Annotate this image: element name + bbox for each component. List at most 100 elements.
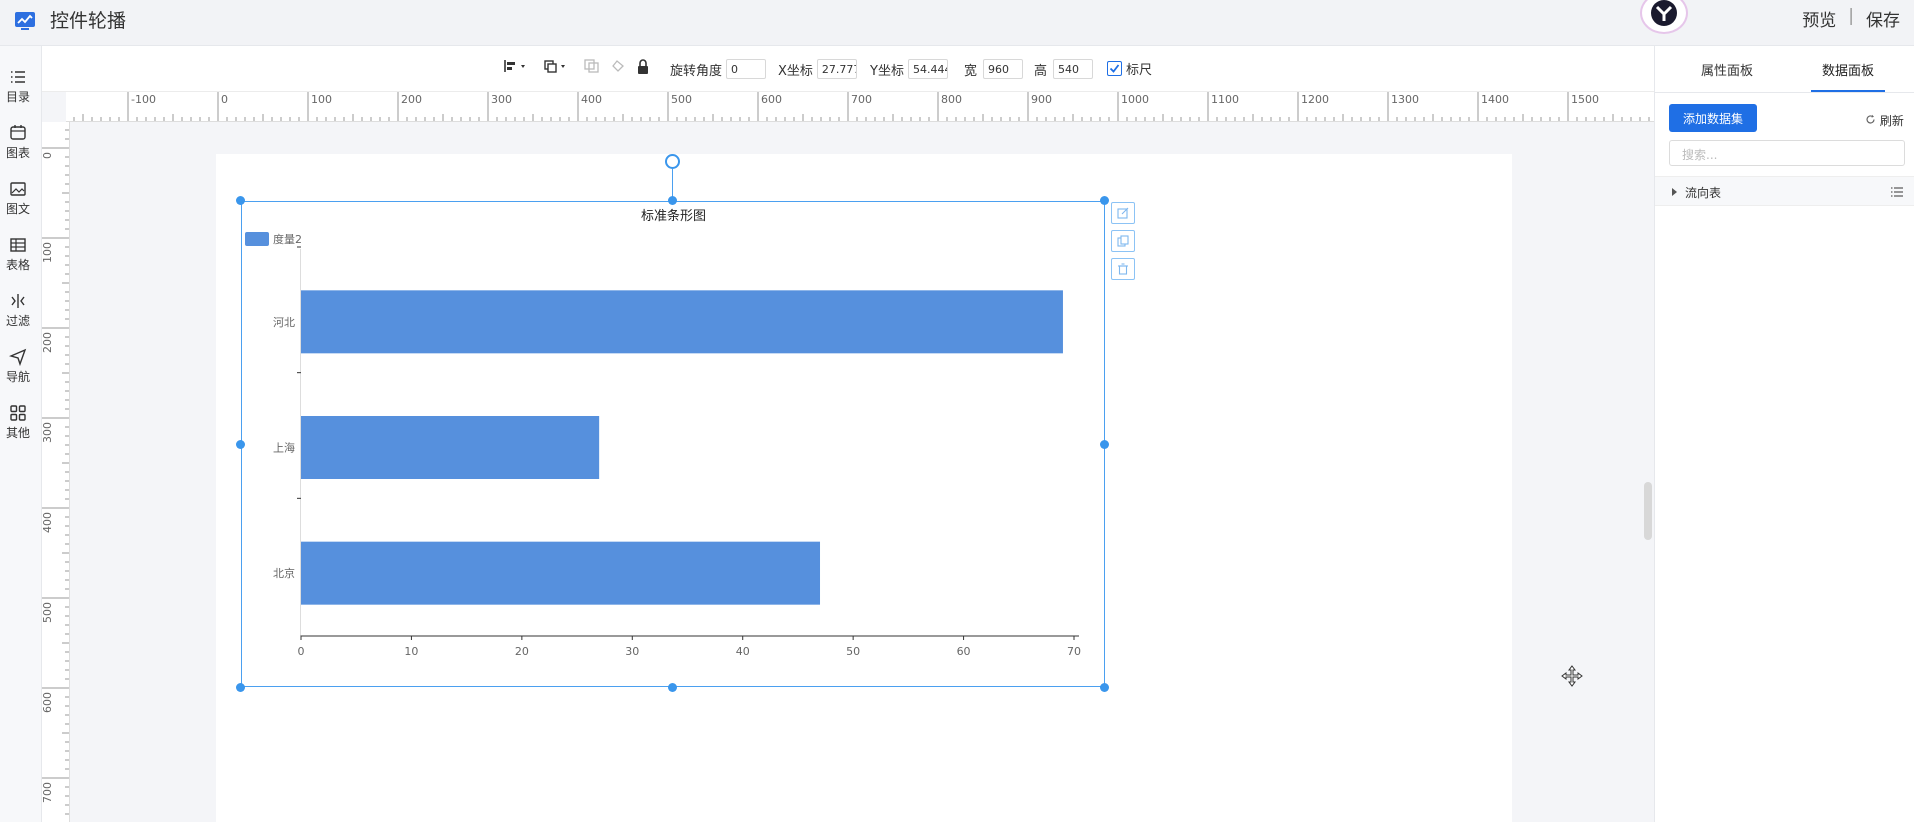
lock-button[interactable] — [636, 59, 650, 75]
canvas-scrollbar[interactable] — [1644, 482, 1652, 540]
trash-icon — [1118, 263, 1128, 275]
move-cursor-icon — [1561, 665, 1583, 687]
property-toolbar: 旋转角度 0 X坐标 27.777 Y坐标 54.444 宽 960 高 540… — [42, 46, 1654, 92]
chart-legend[interactable]: 度量2 — [245, 231, 302, 247]
edit-component-button[interactable] — [1111, 202, 1135, 224]
ruler-label: 0 — [42, 152, 54, 159]
rotation-label: 旋转角度 — [670, 63, 723, 79]
ruler-label: 1100 — [1211, 93, 1239, 106]
legend-label: 度量2 — [273, 233, 302, 246]
ruler-label: 200 — [42, 332, 54, 353]
ruler-label: 500 — [671, 93, 692, 106]
ruler-label: 700 — [42, 782, 54, 803]
group-button[interactable] — [584, 59, 600, 73]
save-button[interactable]: 保存 — [1866, 6, 1900, 31]
table-icon — [10, 238, 26, 252]
sidebar-item-label: 图表 — [5, 146, 30, 160]
ruler-label: 100 — [311, 93, 332, 106]
left-sidebar: 目录 图表 图文 表格 过滤 导航 其他 — [0, 46, 42, 822]
resize-handle-top-right[interactable] — [1100, 196, 1109, 205]
rotate-handle[interactable] — [665, 154, 680, 169]
sidebar-item-other[interactable]: 其他 — [0, 404, 36, 441]
delete-component-button[interactable] — [1111, 258, 1135, 280]
ruler-label: 900 — [1031, 93, 1052, 106]
avatar-logo-icon — [1651, 0, 1677, 26]
group-icon — [584, 59, 599, 73]
sidebar-item-label: 其他 — [5, 426, 30, 440]
tab-properties[interactable]: 属性面板 — [1701, 60, 1753, 79]
sidebar-item-image-text[interactable]: 图文 — [0, 180, 36, 217]
ungroup-button[interactable] — [610, 59, 626, 73]
sidebar-item-label: 图文 — [5, 202, 30, 216]
horizontal-ruler: -100 0 100 200 300 400 500 600 700 800 900 1000 1100… — [66, 92, 1654, 122]
navigation-icon — [9, 348, 27, 366]
resize-handle-top-left[interactable] — [236, 196, 245, 205]
refresh-button[interactable]: 刷新 — [1865, 112, 1904, 129]
tab-divider — [1655, 92, 1914, 93]
ruler-label: 1300 — [1391, 93, 1419, 106]
edit-icon — [1117, 207, 1129, 219]
dataset-menu-icon[interactable] — [1891, 187, 1903, 197]
x-coord-label: X坐标 — [778, 63, 813, 79]
ruler-label: -100 — [131, 93, 156, 106]
refresh-label: 刷新 — [1879, 114, 1904, 128]
horizontal-ruler-ticks: -100 0 100 200 300 400 500 600 700 800 900 1000 1100… — [73, 92, 1650, 121]
sidebar-item-table[interactable]: 表格 — [0, 236, 36, 273]
ruler-label: 300 — [42, 422, 54, 443]
dataset-search-input[interactable]: 搜索... — [1669, 140, 1905, 166]
resize-handle-bottom-right[interactable] — [1100, 683, 1109, 692]
chart-title: 标准条形图 — [641, 209, 707, 224]
ruler-label: 300 — [491, 93, 512, 106]
vertical-ruler: 0 100 200 300 400 500 600 700 — [42, 122, 70, 822]
preview-button[interactable]: 预览 — [1802, 6, 1836, 31]
header-separator: | — [1848, 6, 1854, 26]
tab-data[interactable]: 数据面板 — [1822, 60, 1874, 79]
layer-icon — [544, 60, 565, 73]
ruler-label: 1200 — [1301, 93, 1329, 106]
sidebar-item-chart[interactable]: 图表 — [0, 124, 36, 161]
copy-component-button[interactable] — [1111, 230, 1135, 252]
chart-selection-frame[interactable] — [241, 201, 1105, 687]
sidebar-item-navigation[interactable]: 导航 — [0, 348, 36, 385]
caret-right-icon[interactable] — [1671, 187, 1679, 197]
align-left-icon — [504, 60, 525, 72]
grid-icon — [10, 405, 26, 421]
right-panel: 属性面板 数据面板 添加数据集 刷新 搜索... 流向表 — [1654, 46, 1914, 822]
ruler-checkbox[interactable] — [1107, 61, 1122, 76]
sidebar-item-label: 过滤 — [5, 314, 30, 328]
legend-swatch — [245, 232, 269, 246]
dataset-row[interactable]: 流向表 — [1655, 176, 1914, 206]
check-icon — [1109, 64, 1120, 73]
ruler-label: 0 — [221, 93, 228, 106]
resize-handle-bottom[interactable] — [668, 683, 677, 692]
ruler-label: 400 — [42, 512, 54, 533]
sidebar-item-label: 目录 — [5, 90, 30, 104]
align-dropdown[interactable] — [504, 59, 528, 73]
ruler-label: 700 — [851, 93, 872, 106]
header-actions: 预览 | 保存 — [1802, 6, 1900, 31]
ruler-toggle[interactable]: 标尺 — [1107, 59, 1152, 78]
lock-icon — [638, 59, 648, 74]
resize-handle-left[interactable] — [236, 440, 245, 449]
sidebar-item-filter[interactable]: 过滤 — [0, 292, 36, 329]
sidebar-item-catalog[interactable]: 目录 — [0, 68, 36, 105]
app-chart-icon — [15, 12, 35, 30]
ruler-label: 200 — [401, 93, 422, 106]
sidebar-item-label: 导航 — [5, 370, 30, 384]
resize-handle-top[interactable] — [668, 196, 677, 205]
page-title: 控件轮播 — [50, 10, 127, 32]
rotation-input[interactable]: 0 — [726, 59, 767, 79]
ruler-label: 800 — [941, 93, 962, 106]
ruler-label: 500 — [42, 602, 54, 623]
resize-handle-bottom-left[interactable] — [236, 683, 245, 692]
ungroup-icon — [612, 60, 624, 72]
y-coord-input[interactable]: 54.444 — [907, 59, 948, 79]
layer-dropdown[interactable] — [544, 59, 568, 73]
x-coord-input[interactable]: 27.777 — [816, 59, 857, 79]
ruler-label: 600 — [42, 692, 54, 713]
resize-handle-right[interactable] — [1100, 440, 1109, 449]
height-input[interactable]: 540 — [1053, 59, 1094, 79]
user-avatar[interactable] — [1640, 0, 1688, 34]
width-input[interactable]: 960 — [983, 59, 1024, 79]
add-dataset-button[interactable]: 添加数据集 — [1669, 104, 1757, 132]
